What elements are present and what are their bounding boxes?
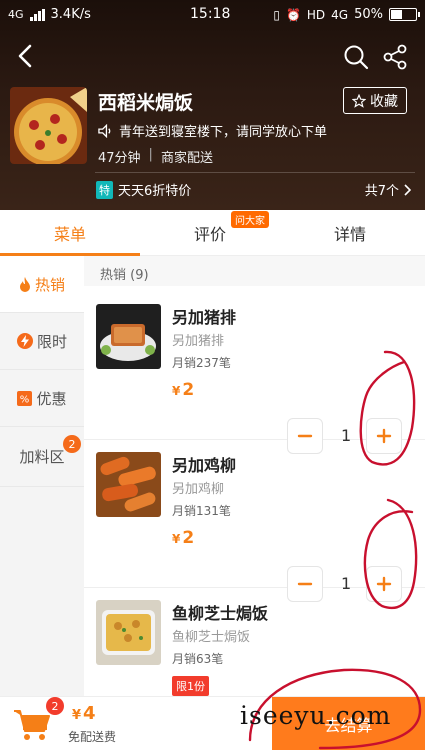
- share-icon[interactable]: [383, 44, 407, 70]
- star-icon: [352, 93, 366, 108]
- sidebar-item-limited[interactable]: 限时: [0, 313, 84, 370]
- ask-everyone-badge: 问大家: [231, 211, 269, 228]
- sidebar-item-addons[interactable]: 加料区 2: [0, 427, 84, 487]
- divider: |: [148, 147, 153, 162]
- network-type: 4G: [8, 8, 24, 21]
- favorite-label: 收藏: [370, 93, 398, 110]
- purchase-limit-badge: 限1份: [172, 676, 209, 696]
- vibrate-icon: ▯: [273, 7, 280, 22]
- back-arrow-icon[interactable]: [12, 42, 40, 70]
- sidebar-item-discount[interactable]: % 优惠: [0, 370, 84, 427]
- promo-count[interactable]: 共7个: [365, 180, 411, 199]
- alarm-icon: ⏰: [285, 7, 301, 22]
- item-desc: 另加鸡柳: [172, 482, 225, 497]
- divider: [95, 172, 415, 173]
- chevron-right-icon: [404, 183, 411, 196]
- promo-text: 天天6折特价: [118, 184, 192, 199]
- promo-badge: 特: [96, 180, 113, 199]
- tab-bar: 菜单 评价 详情: [0, 210, 425, 256]
- battery-percent: 50%: [354, 7, 383, 22]
- item-sales: 月销131笔: [172, 504, 231, 518]
- sidebar-item-label: 加料区: [19, 448, 65, 466]
- speaker-icon: [98, 123, 111, 138]
- watermark: iseeyu.com: [240, 701, 392, 730]
- network-type-2: 4G: [331, 7, 349, 22]
- item-name: 另加鸡柳: [172, 456, 237, 475]
- item-desc: 另加猪排: [172, 334, 225, 349]
- delivery-fee-label: 免配送费: [68, 730, 117, 744]
- delivery-time: 47分钟: [98, 151, 141, 166]
- item-name: 另加猪排: [172, 308, 237, 327]
- battery-icon: [389, 8, 420, 21]
- hd-label: HD: [306, 7, 326, 22]
- sidebar-item-label: 优惠: [36, 389, 67, 408]
- status-bar: 4G 3.4K/s 15:18 ▯ ⏰ HD 4G 50%: [0, 0, 425, 30]
- sidebar-item-hot[interactable]: 热销: [0, 256, 84, 313]
- cart-total: ¥4: [72, 703, 96, 724]
- notice-text: 青年送到寝室楼下，请同学放心下单: [119, 125, 328, 140]
- item-name: 鱼柳芝士焗饭: [172, 604, 269, 623]
- flame-icon: [19, 276, 30, 292]
- addon-count-badge: 2: [63, 435, 81, 453]
- item-price: ¥2: [172, 380, 195, 400]
- cart-count-badge: 2: [46, 697, 64, 715]
- shop-thumbnail: [10, 87, 87, 164]
- clock: 15:18: [190, 6, 231, 22]
- svg-text:%: %: [20, 394, 30, 405]
- network-speed: 3.4K/s: [50, 7, 91, 22]
- section-title: 热销 (9): [84, 256, 425, 286]
- shop-name: 西稻米焗饭: [98, 92, 194, 114]
- item-sales: 月销237笔: [172, 356, 231, 370]
- item-sales: 月销63笔: [172, 652, 224, 666]
- signal-icon: [29, 8, 45, 21]
- food-image: [96, 452, 161, 517]
- delivery-type: 商家配送: [160, 151, 213, 166]
- delivery-info: 47分钟 | 商家配送: [98, 147, 213, 166]
- food-image: [96, 304, 161, 369]
- shopping-cart-icon[interactable]: [12, 705, 52, 743]
- tab-details[interactable]: 详情: [280, 210, 420, 256]
- menu-list: 热销 (9) 另加猪排 另加猪排 月销237笔 ¥2 1 另加鸡柳 另加鸡柳 月…: [84, 256, 425, 696]
- lightning-icon: [16, 333, 33, 349]
- search-icon[interactable]: [343, 44, 369, 70]
- item-desc: 鱼柳芝士焗饭: [172, 630, 251, 645]
- promo-count-label: 共7个: [364, 184, 399, 199]
- favorite-button[interactable]: 收藏: [343, 87, 407, 114]
- list-item[interactable]: 另加鸡柳 另加鸡柳 月销131笔 ¥2 1: [84, 440, 425, 602]
- sidebar-item-label: 热销: [34, 275, 65, 294]
- list-item[interactable]: 另加猪排 另加猪排 月销237笔 ¥2 1: [84, 292, 425, 454]
- shop-notice: 青年送到寝室楼下，请同学放心下单: [98, 121, 327, 140]
- shop-header: 4G 3.4K/s 15:18 ▯ ⏰ HD 4G 50% 西稻米焗饭 收藏 青…: [0, 0, 425, 210]
- category-sidebar: 热销 限时 % 优惠 加料区 2: [0, 256, 84, 696]
- sidebar-item-label: 限时: [36, 332, 67, 351]
- discount-icon: %: [17, 390, 33, 406]
- promo-row[interactable]: 特 天天6折特价: [96, 180, 191, 199]
- item-price: ¥2: [172, 528, 195, 548]
- food-image: [96, 600, 161, 665]
- tab-menu[interactable]: 菜单: [0, 210, 140, 256]
